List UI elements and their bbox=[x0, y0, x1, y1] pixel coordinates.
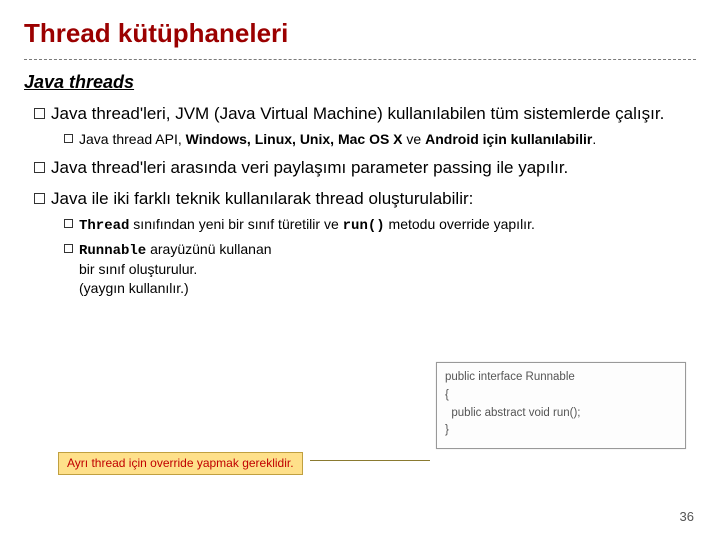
text: . bbox=[592, 131, 596, 147]
code-line: { bbox=[445, 387, 677, 405]
text: sınıfından yeni bir sınıf türetilir ve bbox=[129, 216, 342, 232]
bullet-3-text: Java ile iki farklı teknik kullanılarak … bbox=[51, 188, 473, 211]
bullet-3b: Runnable arayüzünü kullanan bir sınıf ol… bbox=[64, 240, 384, 299]
text: ve bbox=[403, 131, 426, 147]
checkbox-icon bbox=[34, 193, 45, 204]
checkbox-icon bbox=[34, 108, 45, 119]
bullet-1-sub: Java thread API, Windows, Linux, Unix, M… bbox=[64, 130, 696, 149]
callout-connector bbox=[310, 460, 430, 461]
text: metodu override yapılır. bbox=[385, 216, 535, 232]
bullet-3: Java ile iki farklı teknik kullanılarak … bbox=[34, 188, 696, 211]
bullet-1-text: Java thread'leri, JVM (Java Virtual Mach… bbox=[51, 103, 664, 126]
checkbox-icon bbox=[64, 244, 73, 253]
code-line: public interface Runnable bbox=[445, 369, 677, 387]
text: arayüzünü kullanan bbox=[146, 241, 271, 257]
text-bold: Android için kullanılabilir bbox=[425, 131, 592, 147]
text: (yaygın kullanılır.) bbox=[79, 280, 189, 296]
checkbox-icon bbox=[34, 162, 45, 173]
bullet-2: Java thread'leri arasında veri paylaşımı… bbox=[34, 157, 696, 180]
bullet-1: Java thread'leri, JVM (Java Virtual Mach… bbox=[34, 103, 696, 126]
bullet-1-sub-text: Java thread API, Windows, Linux, Unix, M… bbox=[79, 130, 596, 149]
code-line: public abstract void run(); bbox=[445, 405, 677, 423]
code-text: Thread bbox=[79, 218, 129, 234]
checkbox-icon bbox=[64, 134, 73, 143]
bullet-3a-text: Thread sınıfından yeni bir sınıf türetil… bbox=[79, 215, 535, 236]
checkbox-icon bbox=[64, 219, 73, 228]
override-callout: Ayrı thread için override yapmak gerekli… bbox=[58, 452, 303, 475]
text-bold: Windows, Linux, Unix, Mac OS X bbox=[186, 131, 403, 147]
bullet-3b-text: Runnable arayüzünü kullanan bir sınıf ol… bbox=[79, 240, 272, 299]
divider bbox=[24, 59, 696, 60]
code-text: Runnable bbox=[79, 243, 146, 259]
section-heading: Java threads bbox=[24, 72, 696, 93]
code-text: run() bbox=[343, 218, 385, 234]
bullet-2-text: Java thread'leri arasında veri paylaşımı… bbox=[51, 157, 568, 180]
code-snippet-box: public interface Runnable { public abstr… bbox=[436, 362, 686, 449]
text: bir sınıf oluşturulur. bbox=[79, 261, 197, 277]
slide-title: Thread kütüphaneleri bbox=[24, 18, 696, 49]
bullet-3a: Thread sınıfından yeni bir sınıf türetil… bbox=[64, 215, 696, 236]
text: Java thread API, bbox=[79, 131, 186, 147]
page-number: 36 bbox=[680, 509, 694, 524]
code-line: } bbox=[445, 422, 677, 440]
